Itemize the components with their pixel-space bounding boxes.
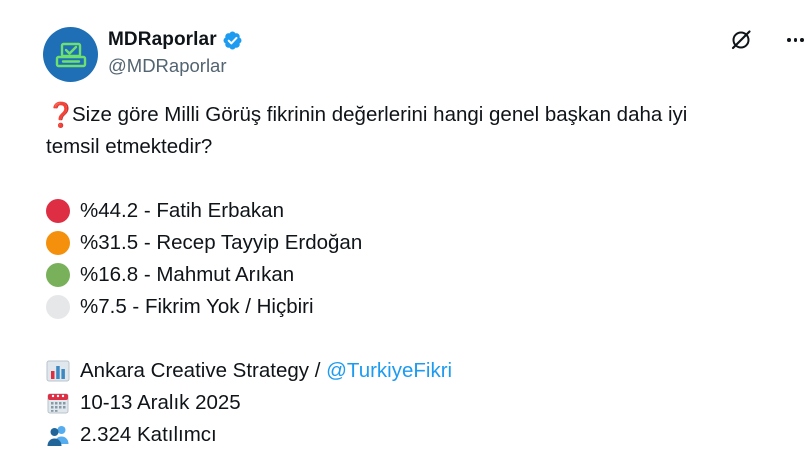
question-mark-icon: ❓: [46, 101, 76, 129]
question-line: ❓ Size göre Milli Görüş fikrinin değerle…: [46, 99, 786, 131]
question-text-line1: Size göre Milli Görüş fikrinin değerleri…: [72, 103, 688, 126]
red-circle-icon: [46, 199, 70, 223]
display-name[interactable]: MDRaporlar: [108, 29, 217, 51]
date-line: 10-13 Aralık 2025: [46, 387, 786, 419]
avatar[interactable]: [43, 27, 98, 82]
result-item: %7.5 - Fikrim Yok / Hiçbiri: [46, 291, 786, 323]
question-text-line2: temsil etmektedir?: [46, 135, 213, 158]
mention-link[interactable]: @TurkiyeFikri: [326, 355, 452, 387]
date-text: 10-13 Aralık 2025: [80, 391, 241, 414]
result-text: %16.8 - Mahmut Arıkan: [80, 263, 295, 286]
participants-line: 2.324 Katılımcı: [46, 419, 786, 451]
result-item: %16.8 - Mahmut Arıkan: [46, 259, 786, 291]
bar-chart-icon: [46, 360, 70, 382]
verified-badge-icon[interactable]: [222, 30, 243, 51]
source-text: Ankara Creative Strategy /: [80, 359, 327, 382]
green-circle-icon: [46, 263, 70, 287]
white-circle-icon: [46, 295, 70, 319]
result-text: %31.5 - Recep Tayyip Erdoğan: [80, 231, 363, 254]
tweet-text: ❓ Size göre Milli Görüş fikrinin değerle…: [46, 99, 786, 451]
top-actions: [729, 26, 807, 54]
source-line: Ankara Creative Strategy / @TurkiyeFikri: [46, 355, 786, 387]
tweet-card: MDRaporlar @MDRaporlar ❓ Size göre Milli…: [0, 0, 807, 473]
result-item: %31.5 - Recep Tayyip Erdoğan: [46, 227, 786, 259]
grok-icon[interactable]: [729, 28, 753, 52]
result-item: %44.2 - Fatih Erbakan: [46, 195, 786, 227]
more-options-icon[interactable]: [787, 28, 807, 52]
author-block: MDRaporlar @MDRaporlar: [108, 28, 243, 77]
result-text: %7.5 - Fikrim Yok / Hiçbiri: [80, 295, 314, 318]
ballot-box-icon: [55, 42, 86, 67]
result-text: %44.2 - Fatih Erbakan: [80, 199, 284, 222]
calendar-icon: [47, 393, 69, 414]
question-line-2: temsil etmektedir?: [46, 131, 786, 163]
orange-circle-icon: [46, 231, 70, 255]
people-icon: [47, 426, 69, 446]
participants-text: 2.324 Katılımcı: [80, 423, 217, 446]
handle[interactable]: @MDRaporlar: [108, 55, 243, 77]
name-row: MDRaporlar: [108, 28, 243, 52]
